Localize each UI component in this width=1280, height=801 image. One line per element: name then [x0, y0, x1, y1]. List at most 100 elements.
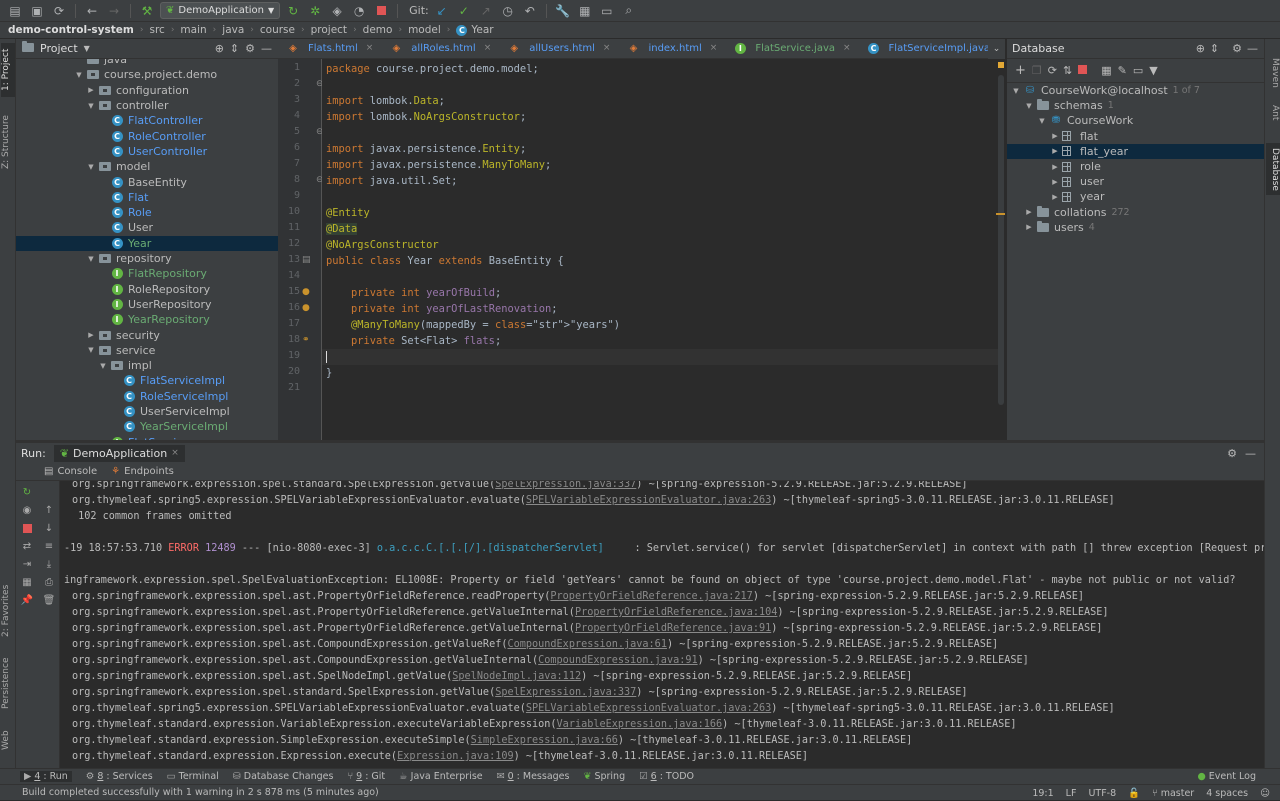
db-tree-item[interactable]: ▶ users 4 — [1007, 220, 1264, 235]
tab-web[interactable]: Web — [1, 725, 15, 755]
tree-item[interactable]: C UserController — [16, 144, 278, 159]
tree-item[interactable]: C Year — [16, 235, 278, 251]
db-tree-item[interactable]: ▶ user — [1007, 174, 1264, 189]
source-link[interactable]: Expression.java:109 — [397, 751, 514, 762]
collapse-icon[interactable]: ⇕ — [1210, 42, 1219, 55]
locate-icon[interactable]: ⊕ — [1196, 42, 1205, 55]
stop-icon[interactable] — [1078, 64, 1088, 77]
editor-tab[interactable]: ◈ Flats.html × — [278, 39, 381, 58]
tree-item[interactable]: ▼ service — [16, 343, 278, 358]
source-link[interactable]: SPELVariableExpressionEvaluator.java:263 — [526, 495, 771, 506]
run-config-select[interactable]: ❦ DemoApplication ▼ — [160, 2, 281, 19]
tree-item[interactable]: java — [16, 59, 278, 67]
sync-schema-icon[interactable]: ⇅ — [1063, 64, 1072, 77]
editor-scrollbar[interactable] — [996, 59, 1005, 440]
tab-console[interactable]: ▤ Console — [44, 466, 97, 477]
scroll-up-icon[interactable]: ↑ — [42, 503, 56, 517]
tree-item[interactable]: C UserServiceImpl — [16, 404, 278, 419]
editor-tab[interactable]: CFlatServiceImpl.java× — [859, 39, 1005, 58]
status-message[interactable]: Build completed successfully with 1 warn… — [22, 787, 379, 798]
db-tree-item[interactable]: ▼ ⛃ CourseWork — [1007, 113, 1264, 128]
source-link[interactable]: SimpleExpression.java:66 — [471, 735, 618, 746]
line-separator[interactable]: LF — [1066, 788, 1077, 799]
stop-icon[interactable] — [372, 2, 390, 20]
chevron-down-icon[interactable]: ▼ — [86, 163, 96, 171]
lock-icon[interactable]: 🔓 — [1128, 788, 1140, 799]
tree-item[interactable]: C Flat — [16, 190, 278, 205]
run-tab[interactable]: ❦ DemoApplication × — [53, 444, 185, 462]
tree-item[interactable]: ▼ impl — [16, 358, 278, 373]
open-icon[interactable]: ▤ — [6, 2, 24, 20]
file-encoding[interactable]: UTF-8 — [1088, 788, 1116, 799]
debug-icon[interactable]: ✲ — [306, 2, 324, 20]
editor-tab[interactable]: ◈ allUsers.html × — [499, 39, 618, 58]
layout-icon[interactable]: ▦ — [20, 575, 34, 589]
gear-icon[interactable]: ⚙ — [1232, 42, 1242, 55]
chevron-right-icon[interactable]: ▶ — [1050, 178, 1060, 186]
tab-endpoints[interactable]: ⚘ Endpoints — [111, 466, 174, 477]
chevron-down-icon[interactable]: ▼ — [86, 255, 96, 263]
bottom-tab[interactable]: ▭ Terminal — [167, 771, 219, 782]
scroll-down-icon[interactable]: ↓ — [42, 521, 56, 535]
tree-item[interactable]: I FlatRepository — [16, 266, 278, 281]
chevron-down-icon[interactable]: ▼ — [1011, 87, 1021, 95]
clear-icon[interactable]: 🗑 — [42, 593, 56, 607]
stop-icon[interactable] — [20, 521, 34, 535]
git-branch[interactable]: ⑂ master — [1152, 788, 1194, 799]
close-icon[interactable]: × — [843, 43, 851, 53]
chevron-right-icon[interactable]: ▶ — [1050, 163, 1060, 171]
breadcrumb-item[interactable]: demo — [363, 24, 393, 36]
hide-icon[interactable]: — — [1247, 42, 1258, 55]
tree-item[interactable]: C RoleController — [16, 129, 278, 144]
table-icon[interactable]: ▦ — [1101, 64, 1111, 77]
event-log-tab[interactable]: ● Event Log — [1198, 771, 1257, 782]
chevron-right-icon[interactable]: ▶ — [1024, 208, 1034, 216]
chevron-right-icon[interactable]: ▶ — [86, 86, 96, 94]
source-link[interactable]: CompoundExpression.java:61 — [507, 639, 666, 650]
tree-item[interactable]: ▼ course.project.demo — [16, 67, 278, 82]
bottom-tab[interactable]: ☑ 6: TODO — [639, 771, 694, 782]
breadcrumb-item[interactable]: project — [311, 24, 347, 36]
close-icon[interactable]: × — [603, 43, 611, 53]
relation-icon[interactable]: ⚭ — [302, 335, 310, 345]
breadcrumb-item[interactable]: Year — [471, 24, 493, 36]
tree-item[interactable]: ▶ configuration — [16, 83, 278, 98]
chevron-right-icon[interactable]: ▶ — [1050, 147, 1060, 155]
tree-item[interactable]: I UserRepository — [16, 297, 278, 312]
copy-icon[interactable]: ❐ — [1032, 64, 1042, 77]
print-icon[interactable]: ⎙ — [42, 575, 56, 589]
db-tree-item[interactable]: ▶ flat — [1007, 129, 1264, 144]
chevron-down-icon[interactable]: ▼ — [86, 346, 96, 354]
db-tree-item[interactable]: ▶ collations 272 — [1007, 205, 1264, 220]
chevron-right-icon[interactable]: ▶ — [1050, 193, 1060, 201]
code-editor[interactable]: package course.project.demo.model; import… — [322, 59, 1005, 440]
tree-item[interactable]: C FlatController — [16, 113, 278, 128]
presentation-icon[interactable]: ▭ — [598, 2, 616, 20]
console-output[interactable]: org.springframework.expression.spel.stan… — [60, 481, 1264, 768]
editor-tab[interactable]: ◈ allRoles.html × — [381, 39, 499, 58]
git-rollback-icon[interactable]: ↶ — [521, 2, 539, 20]
db-tree-item[interactable]: ▼ ⛁ CourseWork@localhost 1 of 7 — [1007, 83, 1264, 98]
search-icon[interactable]: ⌕ — [620, 2, 638, 20]
field-icon[interactable]: ● — [302, 287, 310, 297]
tree-item[interactable]: C BaseEntity — [16, 174, 278, 189]
project-panel-title[interactable]: Project — [40, 42, 78, 55]
scroll-to-end-icon[interactable]: ⤓ — [42, 557, 56, 571]
tree-item[interactable]: ▶ security — [16, 327, 278, 342]
db-tree-item[interactable]: ▶ flat_year — [1007, 143, 1264, 159]
add-icon[interactable]: + — [1015, 63, 1026, 78]
tree-item[interactable]: C User — [16, 220, 278, 235]
tab-structure[interactable]: Z: Structure — [1, 107, 15, 177]
chevron-right-icon[interactable]: ▶ — [86, 331, 96, 339]
bottom-tab[interactable]: ⑂ 9: Git — [347, 771, 385, 782]
source-link[interactable]: PropertyOrFieldReference.java:104 — [575, 607, 777, 618]
breadcrumb-item[interactable]: course — [260, 24, 295, 36]
tab-database[interactable]: Database — [1266, 143, 1280, 195]
chevron-down-icon[interactable]: ▼ — [74, 71, 84, 79]
tab-ant[interactable]: Ant — [1266, 99, 1280, 127]
tabs-overflow-chevron-icon[interactable]: ⌄ — [988, 39, 1005, 59]
git-history-icon[interactable]: ◷ — [499, 2, 517, 20]
coverage-icon[interactable]: ◈ — [328, 2, 346, 20]
source-link[interactable]: SpelExpression.java:337 — [495, 687, 636, 698]
breadcrumb-item[interactable]: model — [408, 24, 441, 36]
